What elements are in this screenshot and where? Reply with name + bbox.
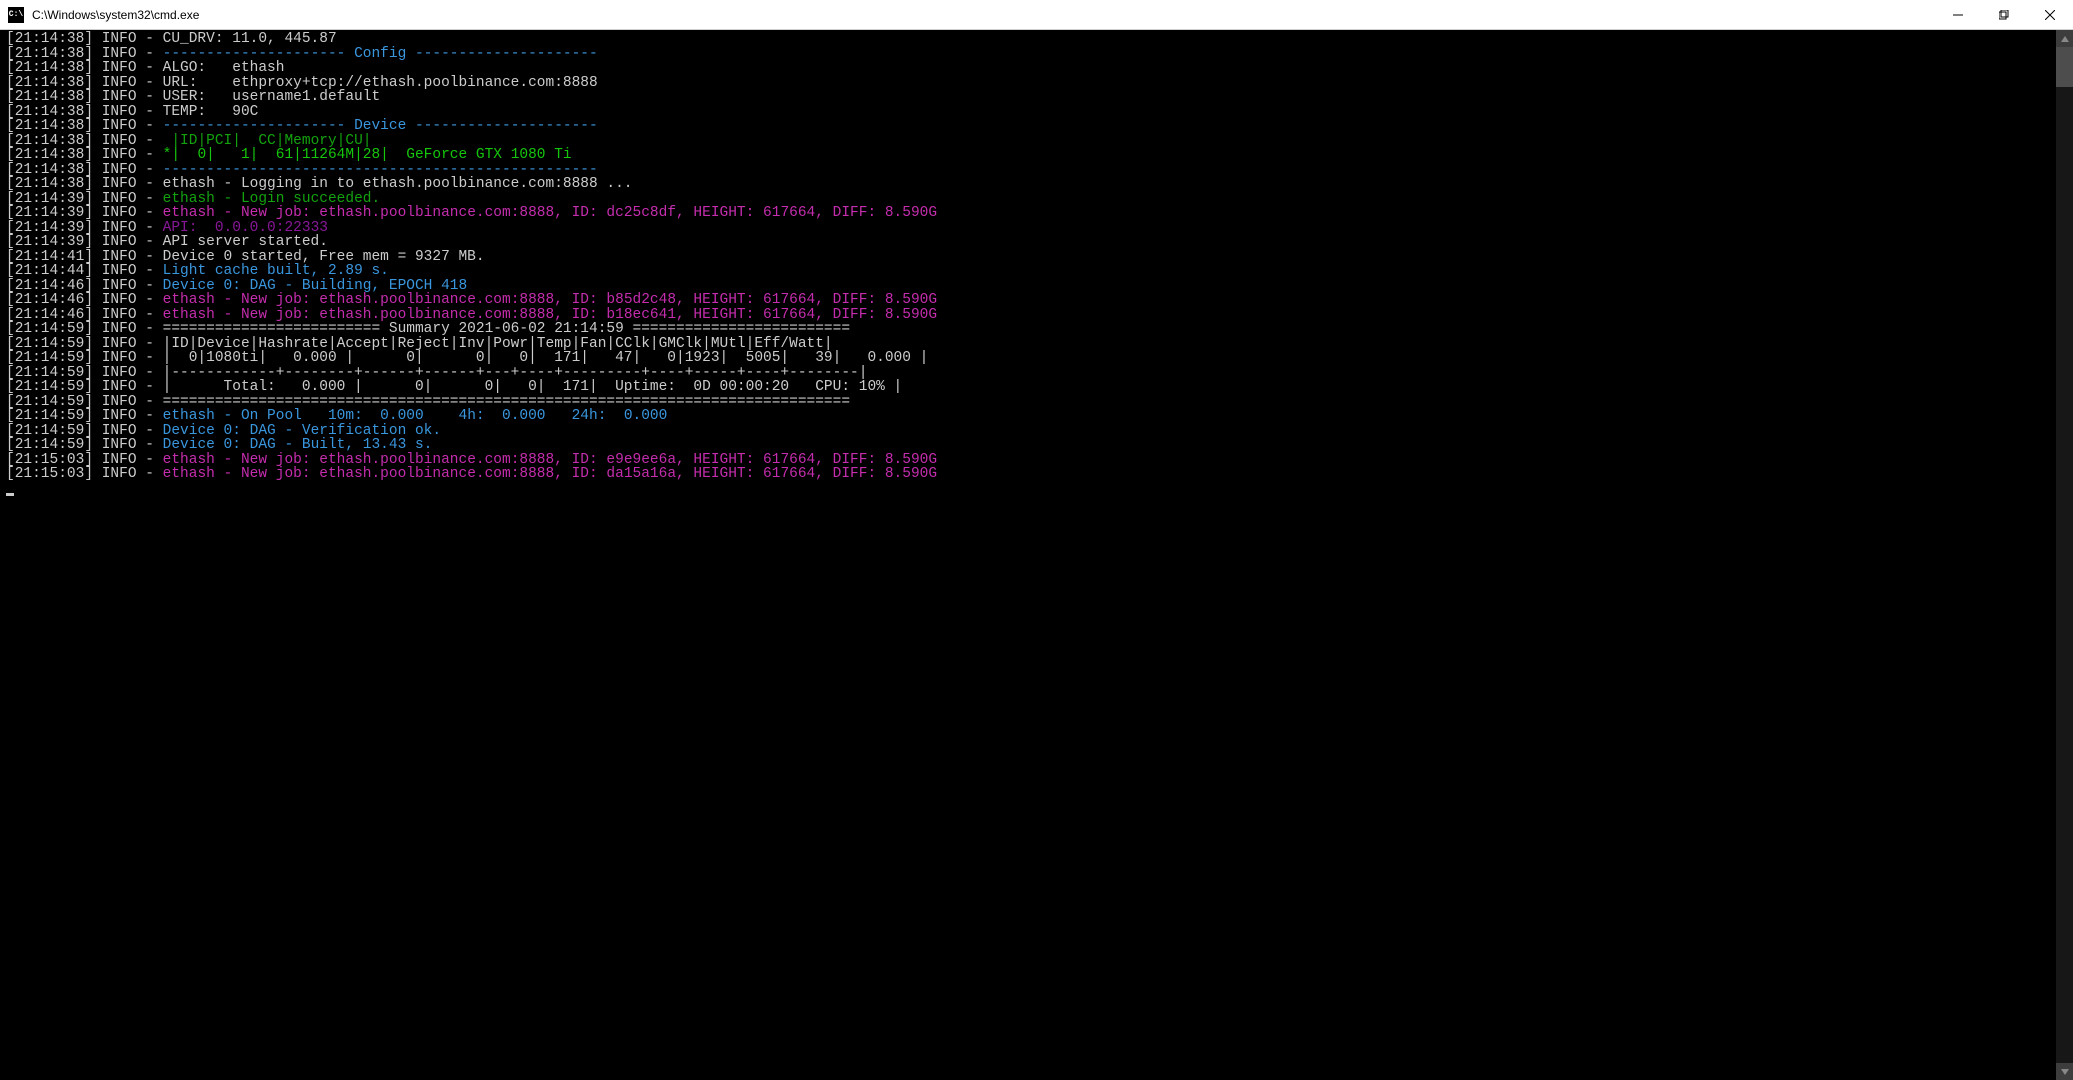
scroll-up-button[interactable] — [2056, 30, 2073, 47]
scroll-down-button[interactable] — [2056, 1063, 2073, 1080]
maximize-icon — [1999, 10, 2009, 20]
console-line: [21:14:41] INFO - Device 0 started, Free… — [6, 250, 2050, 265]
console-line: [21:14:46] INFO - Device 0: DAG - Buildi… — [6, 279, 2050, 294]
titlebar: C:\ C:\Windows\system32\cmd.exe — [0, 0, 2073, 30]
console-line: [21:14:38] INFO - |ID|PCI| CC|Memory|CU| — [6, 134, 2050, 149]
console-line: [21:14:38] INFO - TEMP: 90C — [6, 105, 2050, 120]
close-icon — [2045, 10, 2055, 20]
console-line: [21:14:44] INFO - Light cache built, 2.8… — [6, 264, 2050, 279]
console-line: [21:14:38] INFO - *| 0| 1| 61|11264M|28|… — [6, 148, 2050, 163]
console-line: [21:14:46] INFO - ethash - New job: etha… — [6, 293, 2050, 308]
client-area: [21:14:38] INFO - CU_DRV: 11.0, 445.87[2… — [0, 30, 2073, 1080]
vertical-scrollbar[interactable] — [2056, 30, 2073, 1080]
chevron-down-icon — [2061, 1068, 2069, 1076]
console-line: [21:14:59] INFO - ======================… — [6, 322, 2050, 337]
console-line: [21:14:59] INFO - Device 0: DAG - Built,… — [6, 438, 2050, 453]
console-line: [21:14:38] INFO - ethash - Logging in to… — [6, 177, 2050, 192]
cursor — [6, 493, 14, 496]
console-line: [21:14:59] INFO - | 0|1080ti| 0.000 | 0|… — [6, 351, 2050, 366]
titlebar-left: C:\ C:\Windows\system32\cmd.exe — [0, 7, 199, 23]
console-line: [21:14:38] INFO - CU_DRV: 11.0, 445.87 — [6, 32, 2050, 47]
console-line: [21:14:39] INFO - ethash - New job: etha… — [6, 206, 2050, 221]
chevron-up-icon — [2061, 35, 2069, 43]
console-line: [21:14:59] INFO - |ID|Device|Hashrate|Ac… — [6, 337, 2050, 352]
minimize-icon — [1953, 10, 1963, 20]
maximize-button[interactable] — [1981, 0, 2027, 30]
cmd-window: C:\ C:\Windows\system32\cmd.exe [21:14:3… — [0, 0, 2073, 1080]
scrollbar-track[interactable] — [2056, 47, 2073, 1063]
console-line: [21:15:03] INFO - ethash - New job: etha… — [6, 453, 2050, 468]
console-line: [21:14:38] INFO - --------------------- … — [6, 47, 2050, 62]
scrollbar-thumb[interactable] — [2056, 47, 2073, 87]
close-button[interactable] — [2027, 0, 2073, 30]
timestamp: [21:15:03] — [6, 466, 93, 482]
window-controls — [1935, 0, 2073, 30]
console-line: [21:14:39] INFO - API server started. — [6, 235, 2050, 250]
console-output[interactable]: [21:14:38] INFO - CU_DRV: 11.0, 445.87[2… — [0, 30, 2056, 1080]
window-title: C:\Windows\system32\cmd.exe — [32, 8, 199, 22]
log-segment: ethash - New job: ethash.poolbinance.com… — [163, 466, 937, 482]
console-line: [21:14:38] INFO - ----------------------… — [6, 163, 2050, 178]
console-line: [21:14:59] INFO - ======================… — [6, 395, 2050, 410]
console-line: [21:14:59] INFO - |------------+--------… — [6, 366, 2050, 381]
minimize-button[interactable] — [1935, 0, 1981, 30]
console-line: [21:14:39] INFO - ethash - Login succeed… — [6, 192, 2050, 207]
console-line: [21:14:38] INFO - ALGO: ethash — [6, 61, 2050, 76]
console-line: [21:14:59] INFO - ethash - On Pool 10m: … — [6, 409, 2050, 424]
log-segment: INFO - — [93, 466, 163, 482]
console-line: [21:15:03] INFO - ethash - New job: etha… — [6, 467, 2050, 482]
console-line: [21:14:38] INFO - --------------------- … — [6, 119, 2050, 134]
console-line: [21:14:46] INFO - ethash - New job: etha… — [6, 308, 2050, 323]
console-line: [21:14:38] INFO - URL: ethproxy+tcp://et… — [6, 76, 2050, 91]
cursor-line — [6, 482, 2050, 497]
console-line: [21:14:59] INFO - Device 0: DAG - Verifi… — [6, 424, 2050, 439]
cmd-icon: C:\ — [8, 7, 24, 23]
console-line: [21:14:39] INFO - API: 0.0.0.0:22333 — [6, 221, 2050, 236]
console-line: [21:14:59] INFO - | Total: 0.000 | 0| 0|… — [6, 380, 2050, 395]
console-line: [21:14:38] INFO - USER: username1.defaul… — [6, 90, 2050, 105]
